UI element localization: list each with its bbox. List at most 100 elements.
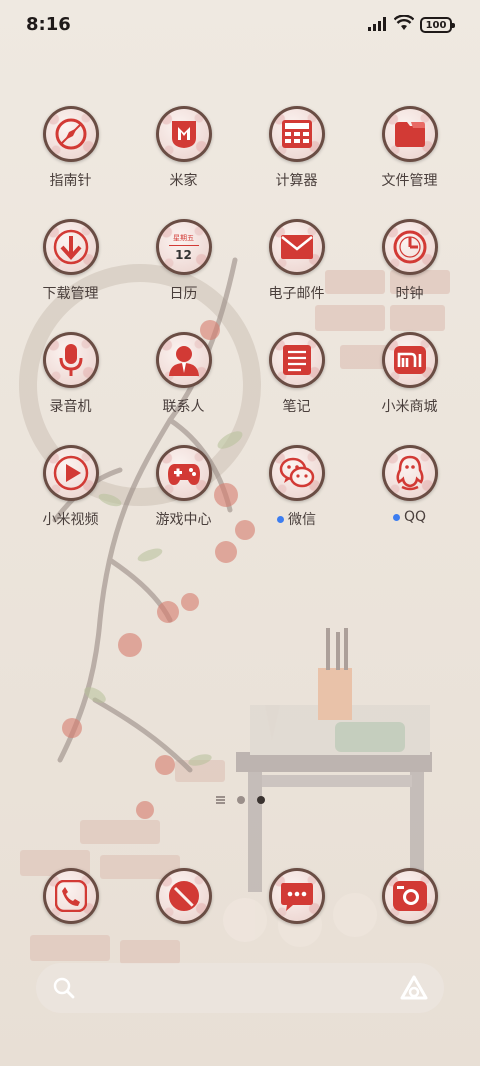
app-label: 微信 [277,509,316,529]
camera-icon-frame[interactable] [381,868,438,924]
app-label-text: 下载管理 [42,286,99,302]
email-icon-frame[interactable] [268,219,325,275]
messages-icon-frame[interactable] [268,868,325,924]
clock-time: 8:16 [26,14,71,35]
wechat-icon [271,448,322,498]
signal-icon [368,16,388,35]
recorder-icon-frame[interactable] [42,332,99,388]
qq-icon [384,448,435,498]
app-mi-store[interactable]: 小米商城 [353,332,466,445]
app-notes[interactable]: 笔记 [240,332,353,445]
search-input[interactable] [88,973,388,1003]
app-messages[interactable] [240,868,353,924]
wechat-icon-frame[interactable] [268,445,325,501]
qq-icon-frame[interactable] [381,445,438,501]
app-calendar[interactable]: 星期五 12 日历 [127,219,240,332]
app-label: 计算器 [276,170,318,190]
file-manager-icon-frame[interactable] [381,106,438,162]
app-label-text: 游戏中心 [155,512,212,528]
app-browser[interactable] [127,868,240,924]
app-label: 小米商城 [382,396,438,416]
app-mijia[interactable]: 米家 [127,106,240,219]
mi-store-icon-frame[interactable] [381,332,438,388]
phone-icon [45,871,96,921]
calendar-weekday: 星期五 [173,233,194,242]
game-center-icon-frame[interactable] [155,445,212,501]
app-label: 笔记 [283,396,311,416]
mail-icon [271,222,322,272]
mijia-icon-frame[interactable] [155,106,212,162]
app-email[interactable]: 电子邮件 [240,219,353,332]
app-qq[interactable]: QQ [353,445,466,558]
app-label-text: 小米视频 [42,512,99,528]
browser-icon-frame[interactable] [155,868,212,924]
mi-video-icon-frame[interactable] [42,445,99,501]
gamepad-icon [158,448,209,498]
assistant-icon[interactable] [400,975,428,1005]
app-calculator[interactable]: 计算器 [240,106,353,219]
app-wechat[interactable]: 微信 [240,445,353,558]
app-label-text: 指南针 [49,173,92,189]
compass-icon-frame[interactable] [42,106,99,162]
search-bar[interactable] [36,963,444,1013]
app-label-text: 计算器 [275,173,318,189]
clock-icon-frame[interactable] [381,219,438,275]
app-label-text: 日历 [169,286,198,302]
phone-icon-frame[interactable] [42,868,99,924]
download-icon [45,222,96,272]
calendar-icon: 星期五 12 [158,222,209,272]
compass-icon [45,109,96,159]
contacts-icon-frame[interactable] [155,332,212,388]
battery-icon: 100 [420,17,455,33]
app-drawer-lines-icon[interactable] [215,796,225,804]
app-label: 指南针 [50,170,92,190]
app-download-manager[interactable]: 下载管理 [14,219,127,332]
app-label: 日历 [170,283,198,303]
app-label-text: 文件管理 [381,173,438,189]
notes-icon [271,335,322,385]
notes-icon-frame[interactable] [268,332,325,388]
page-dot-1[interactable] [236,796,245,804]
search-icon[interactable] [52,976,76,1004]
page-dot-2[interactable] [256,796,265,804]
microphone-icon [45,335,96,385]
app-phone[interactable] [14,868,127,924]
camera-icon [384,871,435,921]
app-camera[interactable] [353,868,466,924]
app-grid: 指南针 米家 计算器 文件管理 下载管理 星期五 12 日历 电子邮件 时钟 录… [14,106,466,558]
app-label: 电子邮件 [269,283,325,303]
calendar-icon-frame[interactable]: 星期五 12 [155,219,212,275]
app-label-text: 微信 [288,512,316,528]
app-clock[interactable]: 时钟 [353,219,466,332]
app-label: QQ [392,509,427,525]
status-icons: 100 [368,14,455,35]
status-bar: 8:16 100 [0,0,480,48]
dock [14,868,466,924]
app-label-text: 小米商城 [381,399,438,415]
app-compass[interactable]: 指南针 [14,106,127,219]
mijia-icon [158,109,209,159]
app-label: 时钟 [396,283,424,303]
calculator-icon [271,109,322,159]
calculator-icon-frame[interactable] [268,106,325,162]
download-manager-icon-frame[interactable] [42,219,99,275]
folder-icon [384,109,435,159]
app-label: 录音机 [50,396,92,416]
new-install-dot [277,515,284,523]
calendar-day: 12 [175,247,192,262]
app-label: 米家 [170,170,198,190]
page-indicator[interactable] [0,796,480,804]
app-contacts[interactable]: 联系人 [127,332,240,445]
app-mi-video[interactable]: 小米视频 [14,445,127,558]
app-recorder[interactable]: 录音机 [14,332,127,445]
mi-logo-icon [384,335,435,385]
clock-icon [384,222,435,272]
app-label-text: 时钟 [395,286,424,302]
app-label-text: 录音机 [49,399,92,415]
app-label: 文件管理 [382,170,438,190]
app-label-text: 笔记 [282,399,311,415]
app-file-manager[interactable]: 文件管理 [353,106,466,219]
app-game-center[interactable]: 游戏中心 [127,445,240,558]
app-label: 小米视频 [43,509,99,529]
app-label-text: QQ [403,509,427,525]
